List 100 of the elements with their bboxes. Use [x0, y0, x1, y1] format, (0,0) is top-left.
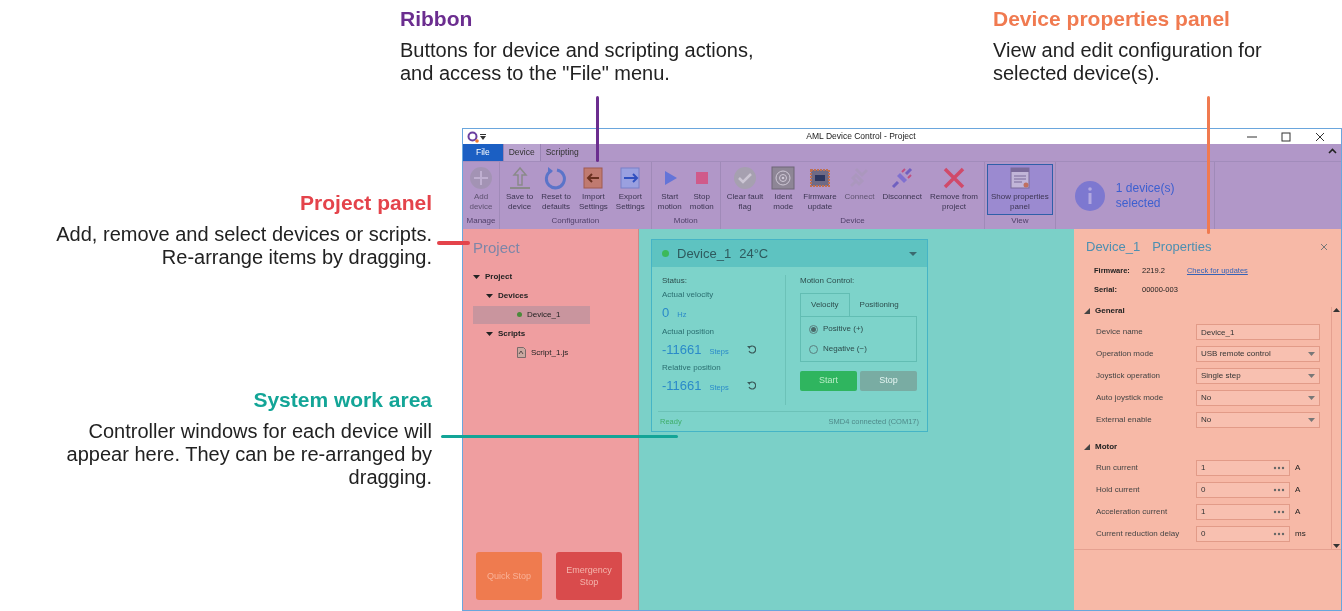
more-icon[interactable]: [1273, 532, 1285, 536]
caret-icon[interactable]: [486, 330, 493, 337]
reading-value: 0: [662, 304, 670, 322]
annotation-title: Device properties panel: [993, 6, 1231, 32]
unit-label: A: [1295, 506, 1301, 518]
plus-circle-icon: [469, 166, 493, 190]
annotation-text: Controller windows for each device will appear here. They can be re-arranged by dragging.: [65, 420, 432, 490]
ribbon-button[interactable]: Ident mode: [767, 164, 800, 215]
caret-icon: [1308, 417, 1315, 423]
chevron-up-icon[interactable]: [1328, 147, 1337, 156]
annotation-title: System work area: [252, 387, 432, 413]
ribbon-button[interactable]: Import Settings: [574, 164, 612, 215]
more-icon[interactable]: [1273, 488, 1285, 492]
property-label: Device name: [1096, 326, 1144, 338]
dropdown[interactable]: No: [1196, 412, 1320, 428]
radio-option[interactable]: Positive (+): [809, 323, 908, 335]
reading-label: Actual position: [662, 325, 716, 338]
ribbon-button[interactable]: Reset to defaults: [537, 164, 575, 215]
input-field[interactable]: Device_1: [1196, 324, 1320, 340]
number-field[interactable]: 1: [1196, 504, 1290, 520]
ribbon-button[interactable]: Stop motion: [685, 164, 718, 215]
tree-item[interactable]: Project: [473, 267, 638, 286]
group-label: Motion: [672, 215, 699, 227]
cross-icon: [941, 166, 966, 190]
chip-icon: [807, 166, 832, 190]
check-circle-icon: [733, 166, 757, 190]
plug-icon: [890, 166, 915, 190]
temperature-reading: 24°C: [739, 244, 769, 263]
close-icon: [1315, 131, 1325, 142]
ribbon-tab[interactable]: Device: [502, 144, 541, 161]
panel-title: Project: [473, 238, 521, 258]
group-label: Configuration: [550, 215, 601, 227]
tree-item[interactable]: Script_1.js: [473, 343, 638, 362]
caret-icon: [1308, 351, 1315, 357]
caret-icon[interactable]: [486, 292, 493, 299]
ribbon-tab[interactable]: Scripting: [540, 144, 584, 161]
tab[interactable]: Velocity: [800, 293, 850, 316]
scrollbar[interactable]: [1331, 307, 1341, 549]
ribbon-button[interactable]: Clear fault flag: [722, 164, 768, 215]
annotation-title: Project panel: [299, 190, 432, 216]
number-field[interactable]: 0: [1196, 482, 1290, 498]
ribbon-button[interactable]: Show properties panel: [987, 164, 1053, 215]
property-label: External enable: [1096, 414, 1153, 426]
arrow-down-icon: [1332, 543, 1341, 549]
property-label: Current reduction delay: [1096, 528, 1181, 540]
caret-icon[interactable]: [479, 132, 487, 141]
caret-icon[interactable]: [1084, 308, 1090, 314]
leader-line: [437, 241, 470, 245]
caret-icon: [1308, 373, 1315, 379]
property-label: Acceleration current: [1096, 506, 1169, 518]
document-icon: [517, 347, 526, 358]
arrow-up-icon: [1332, 307, 1341, 313]
more-icon[interactable]: [1273, 466, 1285, 470]
ribbon-button[interactable]: Start motion: [653, 164, 686, 215]
more-icon[interactable]: [1273, 510, 1285, 514]
reading-label: Actual velocity: [662, 289, 715, 301]
property-label: Auto joystick mode: [1096, 392, 1165, 404]
dropdown[interactable]: USB remote control: [1196, 346, 1320, 362]
ribbon-button[interactable]: Save to device: [502, 164, 538, 215]
maximize-icon: [1281, 131, 1291, 142]
export-icon: [618, 166, 643, 190]
tree-item[interactable]: Device_1: [473, 305, 590, 324]
file-menu-button[interactable]: File: [463, 144, 503, 161]
property-label: Hold current: [1096, 484, 1141, 496]
panel-title: Properties: [1152, 238, 1212, 256]
number-field[interactable]: 1: [1196, 460, 1290, 476]
ribbon-button[interactable]: Export Settings: [611, 164, 649, 215]
section-title: Motor: [1095, 441, 1118, 453]
annotation-text: Add, remove and select devices or scripts. Re-arrange items by dragging.: [55, 223, 432, 270]
group-label: Manage: [465, 215, 497, 227]
group-label: View: [1010, 215, 1030, 227]
number-field[interactable]: 0: [1196, 526, 1290, 542]
circular-arrow-icon: [544, 166, 569, 190]
ribbon-button[interactable]: Remove from project: [925, 164, 982, 215]
app-logo-icon: [467, 130, 479, 143]
tab[interactable]: Positioning: [849, 293, 909, 316]
caret-icon[interactable]: [473, 273, 480, 280]
close-icon: [1320, 242, 1328, 251]
reading-value: -11661: [662, 377, 702, 395]
annotation-title: Ribbon: [400, 6, 474, 32]
device-title: Device_1: [677, 244, 732, 263]
property-label: Run current: [1096, 462, 1139, 474]
tree-item[interactable]: Scripts: [473, 324, 638, 343]
ribbon-button[interactable]: Firmware update: [799, 164, 841, 215]
leader-line: [596, 96, 599, 162]
dropdown[interactable]: No: [1196, 390, 1320, 406]
radio-option[interactable]: Negative (−): [809, 343, 908, 355]
info-icon: [1073, 179, 1106, 212]
annotation-text: View and edit configuration for selected device(s).: [993, 39, 1263, 86]
reset-icon[interactable]: [746, 344, 756, 354]
selection-info: 1 device(s) selected: [1115, 180, 1175, 211]
tree-item[interactable]: Devices: [473, 286, 638, 305]
panel-icon: [1007, 166, 1032, 190]
upload-arrow-icon: [507, 166, 532, 190]
dropdown[interactable]: Single step: [1196, 368, 1320, 384]
caret-icon[interactable]: [1084, 444, 1090, 450]
annotation-text: Buttons for device and scripting actions, and access to the "File" menu.: [400, 39, 755, 86]
property-label: Joystick operation: [1096, 370, 1162, 382]
ribbon-button[interactable]: Disconnect: [878, 164, 926, 215]
reset-icon[interactable]: [746, 381, 756, 390]
